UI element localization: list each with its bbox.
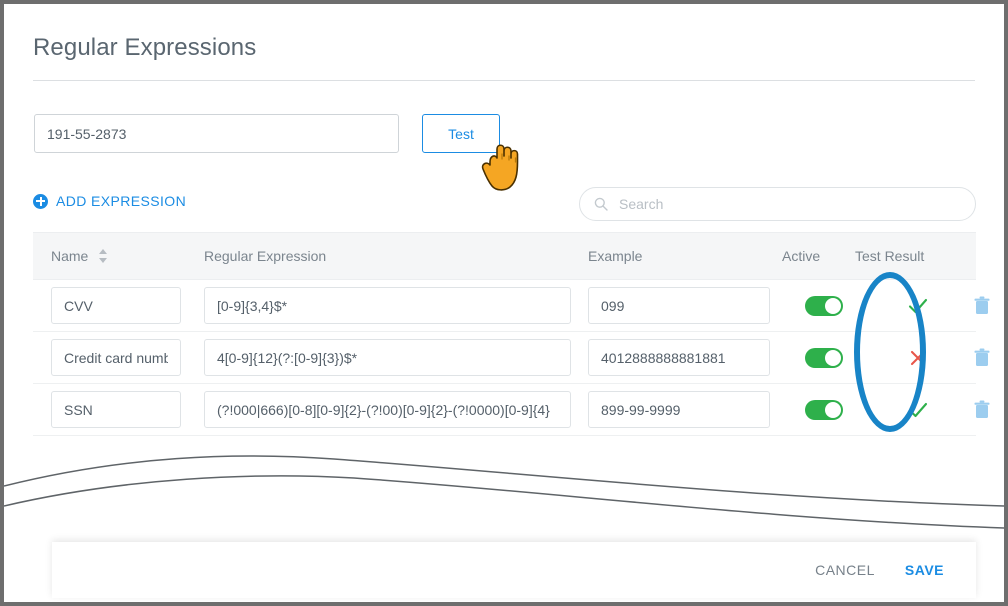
column-header-regex: Regular Expression <box>204 233 326 279</box>
footer-action-bar: CANCEL SAVE <box>52 542 976 598</box>
cell-test-result <box>907 280 929 331</box>
cell-test-result <box>907 332 929 383</box>
test-button[interactable]: Test <box>422 114 500 153</box>
table-row <box>33 280 976 332</box>
check-icon <box>907 295 929 317</box>
content-break-wave <box>4 444 1004 554</box>
screenshot-root: Regular Expressions Test ADD EXPRESSION <box>0 0 1008 606</box>
cell-name <box>51 384 181 435</box>
column-header-name-label: Name <box>51 248 88 264</box>
active-toggle[interactable] <box>805 400 843 420</box>
table-header-row: Name Regular Expression Example Active T… <box>33 232 976 280</box>
example-input[interactable] <box>588 391 770 428</box>
toggle-knob <box>825 298 841 314</box>
cell-test-result <box>907 384 929 435</box>
expressions-table: Name Regular Expression Example Active T… <box>33 232 976 436</box>
toggle-knob <box>825 350 841 366</box>
test-value-input[interactable] <box>34 114 399 153</box>
cross-icon <box>907 347 929 369</box>
cell-delete <box>974 384 990 435</box>
example-input[interactable] <box>588 339 770 376</box>
trash-icon[interactable] <box>974 400 990 419</box>
cell-active <box>805 332 843 383</box>
name-input[interactable] <box>51 391 181 428</box>
column-header-name[interactable]: Name <box>51 233 108 279</box>
cell-name <box>51 280 181 331</box>
page-title: Regular Expressions <box>33 34 256 62</box>
search-input[interactable] <box>617 195 961 213</box>
cell-regex <box>204 280 571 331</box>
cell-delete <box>974 280 990 331</box>
save-button[interactable]: SAVE <box>895 556 954 584</box>
cell-example <box>588 384 770 435</box>
example-input[interactable] <box>588 287 770 324</box>
cell-active <box>805 384 843 435</box>
column-header-active: Active <box>782 233 820 279</box>
active-toggle[interactable] <box>805 348 843 368</box>
toggle-knob <box>825 402 841 418</box>
settings-page: Regular Expressions Test ADD EXPRESSION <box>4 4 1004 602</box>
sort-arrows-icon[interactable] <box>99 249 108 263</box>
trash-icon[interactable] <box>974 296 990 315</box>
cell-regex <box>204 384 571 435</box>
title-divider <box>33 80 975 81</box>
cell-example <box>588 332 770 383</box>
cancel-button[interactable]: CANCEL <box>805 556 885 584</box>
active-toggle[interactable] <box>805 296 843 316</box>
check-icon <box>907 399 929 421</box>
add-expression-label: ADD EXPRESSION <box>56 193 186 209</box>
regex-input[interactable] <box>204 287 571 324</box>
cell-name <box>51 332 181 383</box>
cell-active <box>805 280 843 331</box>
regex-input[interactable] <box>204 339 571 376</box>
plus-circle-icon <box>33 194 48 209</box>
column-header-example: Example <box>588 233 642 279</box>
name-input[interactable] <box>51 287 181 324</box>
regex-input[interactable] <box>204 391 571 428</box>
name-input[interactable] <box>51 339 181 376</box>
add-expression-button[interactable]: ADD EXPRESSION <box>33 193 186 209</box>
trash-icon[interactable] <box>974 348 990 367</box>
search-icon <box>594 197 608 211</box>
table-row <box>33 332 976 384</box>
table-row <box>33 384 976 436</box>
cell-delete <box>974 332 990 383</box>
search-box[interactable] <box>579 187 976 221</box>
cell-example <box>588 280 770 331</box>
column-header-test-result: Test Result <box>855 233 924 279</box>
cell-regex <box>204 332 571 383</box>
